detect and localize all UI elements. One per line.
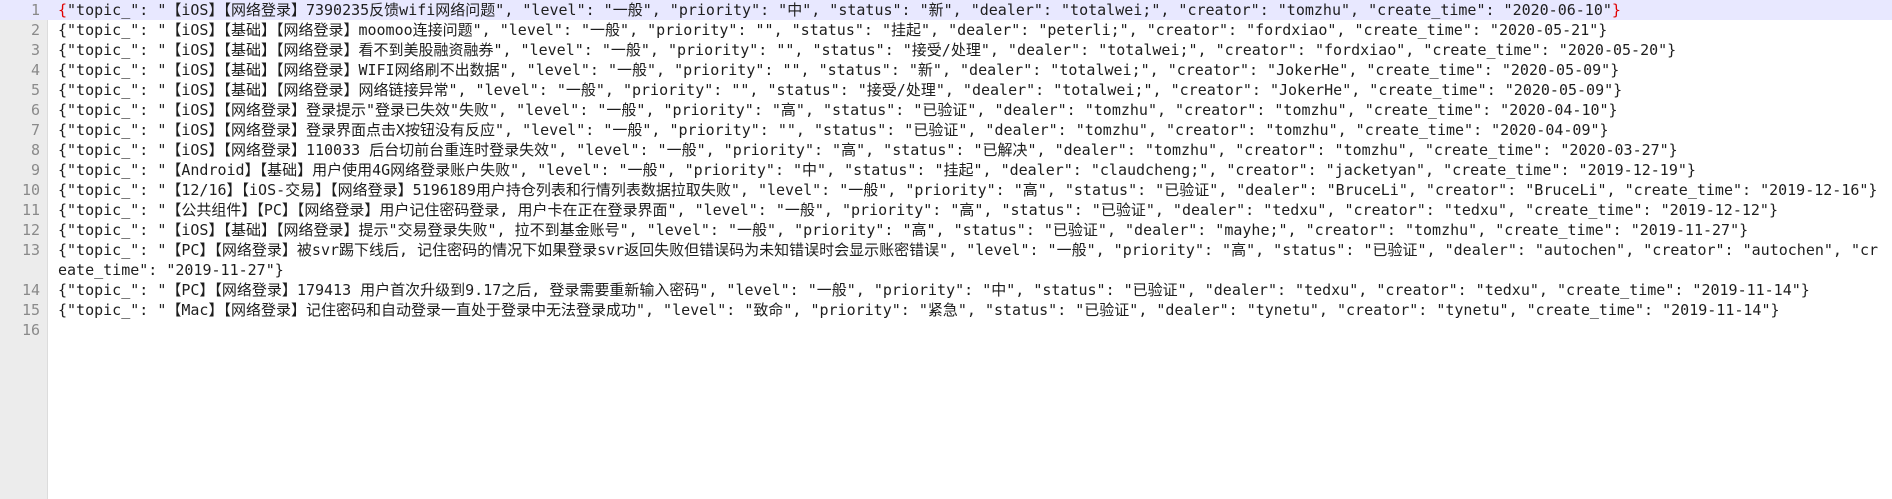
line-text[interactable]: {"topic_": "【iOS】【网络登录】登录界面点击X按钮没有反应", "…: [58, 120, 1883, 140]
code-line[interactable]: 4 {"topic_": "【iOS】【基础】【网络登录】WIFI网络刷不出数据…: [0, 60, 1892, 80]
line-number: 8: [30, 141, 40, 159]
line-number: 6: [30, 101, 40, 119]
line-number: 3: [30, 41, 40, 59]
line-number: 14: [21, 281, 40, 299]
line-number: 1: [30, 1, 40, 19]
line-number: 5: [30, 81, 40, 99]
line-number: 9: [30, 161, 40, 179]
line-text[interactable]: {"topic_": "【iOS】【网络登录】110033 后台切前台重连时登录…: [58, 140, 1883, 160]
line-text[interactable]: {"topic_": "【iOS】【基础】【网络登录】WIFI网络刷不出数据",…: [58, 60, 1883, 80]
code-line[interactable]: 12 {"topic_": "【iOS】【基础】【网络登录】提示"交易登录失败"…: [0, 220, 1892, 240]
line-text[interactable]: {"topic_": "【PC】【网络登录】被svr踢下线后, 记住密码的情况下…: [58, 240, 1883, 280]
line-number: 12: [21, 221, 40, 239]
code-area[interactable]: 1 {"topic_": "【iOS】【网络登录】7390235反馈wifi网络…: [0, 0, 1892, 339]
code-line[interactable]: 6 {"topic_": "【iOS】【网络登录】登录提示"登录已失效"失败",…: [0, 100, 1892, 120]
line-text[interactable]: {"topic_": "【PC】【网络登录】179413 用户首次升级到9.17…: [58, 280, 1883, 300]
text-editor[interactable]: 1 {"topic_": "【iOS】【网络登录】7390235反馈wifi网络…: [0, 0, 1892, 499]
line-text[interactable]: {"topic_": "【iOS】【基础】【网络登录】提示"交易登录失败", 拉…: [58, 220, 1883, 240]
code-line[interactable]: 3 {"topic_": "【iOS】【基础】【网络登录】看不到美股融资融券",…: [0, 40, 1892, 60]
line-text[interactable]: {"topic_": "【iOS】【网络登录】登录提示"登录已失效"失败", "…: [58, 100, 1883, 120]
code-line[interactable]: 7 {"topic_": "【iOS】【网络登录】登录界面点击X按钮没有反应",…: [0, 120, 1892, 140]
line-number: 10: [21, 181, 40, 199]
line-content: "topic_": "【iOS】【网络登录】7390235反馈wifi网络问题"…: [67, 1, 1612, 19]
close-brace-highlight: }: [1611, 1, 1621, 19]
line-text[interactable]: {"topic_": "【iOS】【基础】【网络登录】看不到美股融资融券", "…: [58, 40, 1883, 60]
line-number: 2: [30, 21, 40, 39]
code-line[interactable]: 13 {"topic_": "【PC】【网络登录】被svr踢下线后, 记住密码的…: [0, 240, 1892, 280]
line-text[interactable]: {"topic_": "【iOS】【网络登录】7390235反馈wifi网络问题…: [58, 0, 1883, 20]
code-line[interactable]: 15 {"topic_": "【Mac】【网络登录】记住密码和自动登录一直处于登…: [0, 300, 1892, 320]
line-text[interactable]: {"topic_": "【iOS】【基础】【网络登录】moomoo连接问题", …: [58, 20, 1883, 40]
line-number: 16: [21, 321, 40, 339]
line-number: 15: [21, 301, 40, 319]
line-text[interactable]: {"topic_": "【iOS】【基础】【网络登录】网络链接异常", "lev…: [58, 80, 1883, 100]
open-brace-highlight: {: [58, 1, 68, 19]
line-number: 7: [30, 121, 40, 139]
code-line[interactable]: 1 {"topic_": "【iOS】【网络登录】7390235反馈wifi网络…: [0, 0, 1892, 20]
line-text[interactable]: {"topic_": "【公共组件】【PC】【网络登录】用户记住密码登录, 用户…: [58, 200, 1883, 220]
code-line[interactable]: 11 {"topic_": "【公共组件】【PC】【网络登录】用户记住密码登录,…: [0, 200, 1892, 220]
line-number: 13: [21, 241, 40, 259]
code-line[interactable]: 14 {"topic_": "【PC】【网络登录】179413 用户首次升级到9…: [0, 280, 1892, 300]
line-text[interactable]: {"topic_": "【Android】【基础】用户使用4G网络登录账户失败"…: [58, 160, 1883, 180]
line-text[interactable]: {"topic_": "【Mac】【网络登录】记住密码和自动登录一直处于登录中无…: [58, 300, 1883, 320]
code-line[interactable]: 5 {"topic_": "【iOS】【基础】【网络登录】网络链接异常", "l…: [0, 80, 1892, 100]
code-line[interactable]: 8 {"topic_": "【iOS】【网络登录】110033 后台切前台重连时…: [0, 140, 1892, 160]
line-number: 4: [30, 61, 40, 79]
line-number: 11: [21, 201, 40, 219]
code-line[interactable]: 9 {"topic_": "【Android】【基础】用户使用4G网络登录账户失…: [0, 160, 1892, 180]
code-line[interactable]: 10 {"topic_": "【12/16】【iOS-交易】【网络登录】5196…: [0, 180, 1892, 200]
line-text[interactable]: {"topic_": "【12/16】【iOS-交易】【网络登录】5196189…: [58, 180, 1883, 200]
code-line[interactable]: 2 {"topic_": "【iOS】【基础】【网络登录】moomoo连接问题"…: [0, 20, 1892, 40]
